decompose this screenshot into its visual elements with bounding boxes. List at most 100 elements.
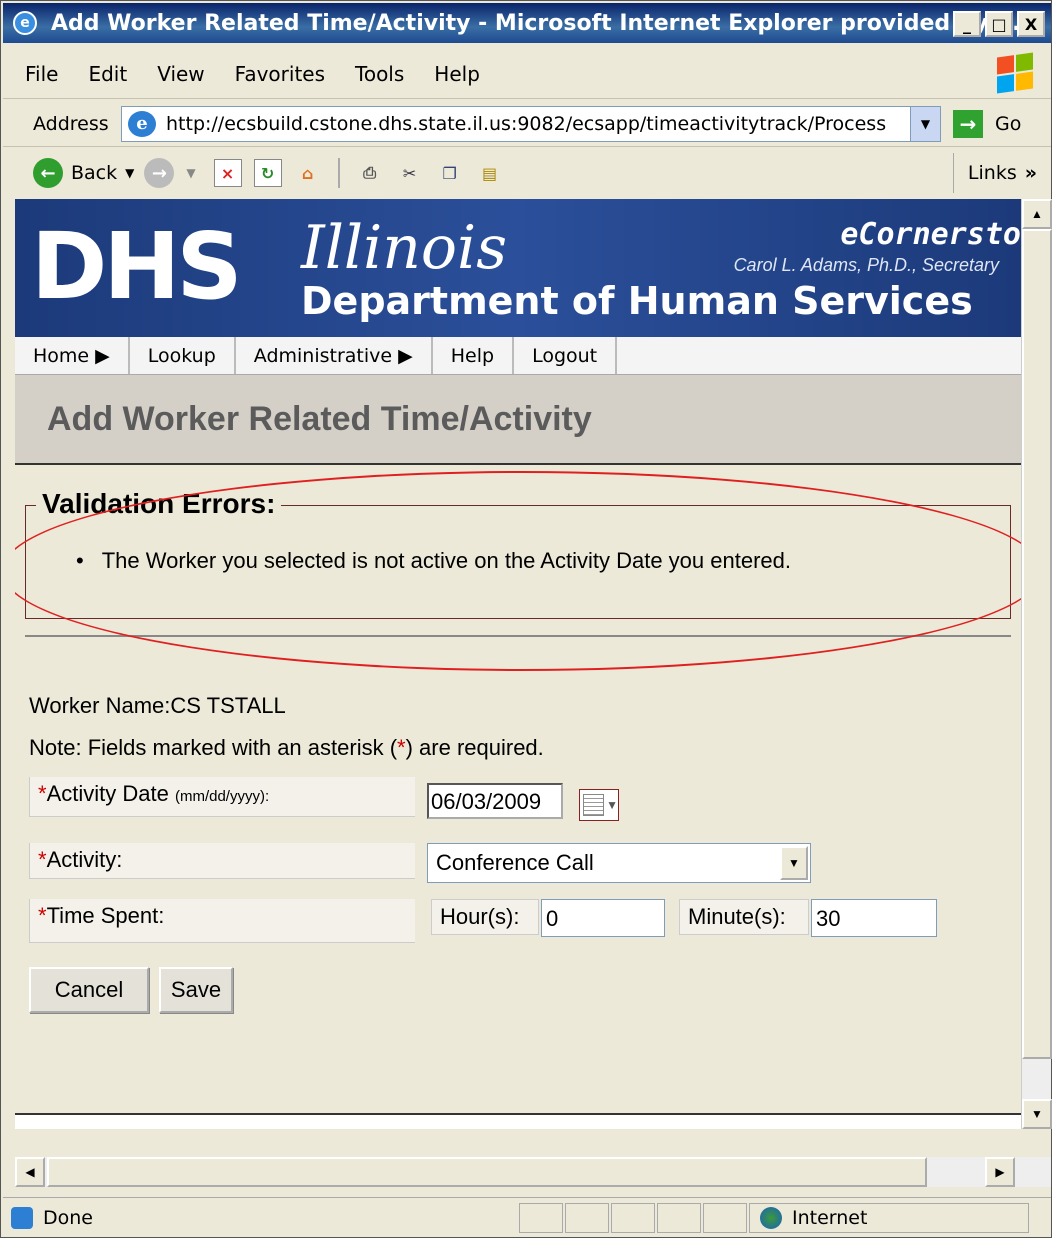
go-arrow-icon: →	[953, 109, 983, 138]
address-label: Address	[33, 112, 109, 135]
activity-text: Activity:	[46, 847, 123, 872]
worker-name: Worker Name:CS TSTALL	[29, 693, 286, 719]
menu-bar: File Edit View Favorites Tools Help	[3, 49, 1051, 99]
banner-department: Department of Human Services	[301, 279, 973, 323]
menu-help[interactable]: Help	[434, 62, 480, 86]
security-zone: Internet	[749, 1202, 1029, 1233]
worker-name-label: Worker Name:	[29, 693, 171, 718]
vertical-scrollbar[interactable]: ▲ ▼	[1021, 199, 1052, 1129]
paste-icon[interactable]: ▤	[476, 159, 504, 187]
window-title: Add Worker Related Time/Activity - Micro…	[51, 10, 1029, 36]
required-mark: *	[38, 781, 47, 806]
banner-secretary: Carol L. Adams, Ph.D., Secretary	[733, 255, 999, 275]
page-title: Add Worker Related Time/Activity	[15, 375, 1021, 465]
hours-label: Hour(s):	[431, 899, 539, 935]
date-format-hint: (mm/dd/yyyy):	[174, 788, 270, 805]
go-button[interactable]: → Go	[953, 109, 1022, 138]
ie-app-icon: e	[13, 11, 37, 35]
activity-date-text: Activity Date	[46, 781, 169, 806]
note-asterisk: *	[397, 735, 406, 760]
status-bar: Done Internet	[3, 1197, 1051, 1237]
back-dropdown-icon[interactable]: ▼	[125, 166, 134, 180]
page-status-icon	[11, 1206, 33, 1229]
note-suffix: ) are required.	[405, 735, 544, 760]
cut-icon[interactable]: ✂	[396, 159, 424, 187]
nav-administrative[interactable]: Administrative ▶	[236, 337, 433, 374]
scroll-right-icon[interactable]: ▶	[985, 1157, 1015, 1187]
horizontal-scroll-thumb[interactable]	[47, 1157, 927, 1187]
maximize-button[interactable]: □	[985, 11, 1013, 37]
nav-help[interactable]: Help	[433, 337, 515, 374]
address-url: http://ecsbuild.cstone.dhs.state.il.us:9…	[166, 112, 887, 135]
zone-text: Internet	[792, 1206, 868, 1229]
calendar-icon[interactable]: ▼	[579, 789, 619, 821]
status-cell	[519, 1202, 563, 1233]
links-button[interactable]: Links »	[952, 153, 1051, 193]
title-bar: e Add Worker Related Time/Activity - Mic…	[3, 3, 1051, 43]
vertical-scroll-thumb[interactable]	[1022, 229, 1052, 1059]
hours-input[interactable]: 0	[541, 899, 665, 937]
activity-date-label: *Activity Date (mm/dd/yyyy):	[29, 777, 415, 817]
browser-window: e Add Worker Related Time/Activity - Mic…	[0, 0, 1052, 1238]
chevron-down-icon[interactable]: ▼	[780, 846, 808, 880]
activity-selected-value: Conference Call	[436, 850, 594, 875]
copy-icon[interactable]: ❐	[436, 159, 464, 187]
menu-edit[interactable]: Edit	[88, 62, 127, 86]
windows-logo-icon	[997, 52, 1033, 94]
menu-file[interactable]: File	[25, 62, 58, 86]
nav-home[interactable]: Home ▶	[15, 337, 130, 374]
back-label[interactable]: Back	[71, 162, 117, 184]
print-icon[interactable]: ⎙	[356, 159, 384, 187]
minutes-label: Minute(s):	[679, 899, 809, 935]
required-mark: *	[38, 903, 47, 928]
required-mark: *	[38, 847, 47, 872]
nav-lookup[interactable]: Lookup	[130, 337, 236, 374]
activity-label: *Activity:	[29, 843, 415, 879]
activity-date-input[interactable]: 06/03/2009	[427, 783, 563, 819]
forward-icon[interactable]: →	[144, 158, 175, 188]
worker-name-value: CS TSTALL	[170, 693, 286, 718]
scroll-down-icon[interactable]: ▼	[1022, 1099, 1052, 1129]
refresh-icon[interactable]: ↻	[253, 159, 282, 187]
page-viewport: DHS Illinois Department of Human Service…	[15, 199, 1021, 1129]
status-done: Done	[3, 1206, 519, 1229]
toolbar: ← Back ▼ → ▼ × ↻ ⌂ ⎙ ✂ ❐ ▤ Links »	[3, 149, 1051, 197]
chevron-right-icon: »	[1024, 162, 1037, 184]
dhs-banner: DHS Illinois Department of Human Service…	[15, 199, 1021, 337]
internet-globe-icon	[760, 1206, 782, 1229]
status-cell	[657, 1202, 701, 1233]
links-label: Links	[967, 162, 1017, 184]
menu-view[interactable]: View	[157, 62, 204, 86]
stop-icon[interactable]: ×	[213, 159, 242, 187]
minutes-input[interactable]: 30	[811, 899, 937, 937]
address-input[interactable]: e http://ecsbuild.cstone.dhs.state.il.us…	[121, 105, 941, 142]
scroll-up-icon[interactable]: ▲	[1022, 199, 1052, 229]
activity-select[interactable]: Conference Call ▼	[427, 843, 811, 883]
status-cell	[703, 1202, 747, 1233]
menu-favorites[interactable]: Favorites	[235, 62, 325, 86]
banner-app-name: eCornersto	[840, 217, 1021, 252]
horizontal-scrollbar[interactable]: ◀ ▶	[15, 1157, 1051, 1187]
nav-logout[interactable]: Logout	[514, 337, 618, 374]
home-icon[interactable]: ⌂	[294, 159, 322, 187]
minimize-button[interactable]: _	[953, 11, 981, 37]
dhs-logo: DHS	[31, 213, 243, 320]
save-button[interactable]: Save	[159, 967, 233, 1013]
status-cell	[565, 1202, 609, 1233]
cancel-button[interactable]: Cancel	[29, 967, 149, 1013]
go-label: Go	[995, 112, 1022, 135]
close-button[interactable]: X	[1017, 11, 1045, 37]
back-icon[interactable]: ←	[33, 158, 63, 188]
address-bar: Address e http://ecsbuild.cstone.dhs.sta…	[3, 101, 1051, 147]
scroll-left-icon[interactable]: ◀	[15, 1157, 45, 1187]
highlight-annotation	[15, 471, 1021, 671]
address-dropdown-icon[interactable]: ▼	[910, 106, 940, 141]
status-cell	[611, 1202, 655, 1233]
time-spent-text: Time Spent:	[46, 903, 165, 928]
status-text: Done	[43, 1206, 93, 1229]
forward-dropdown-icon[interactable]: ▼	[186, 166, 195, 180]
page-footer-strip	[15, 1113, 1021, 1129]
app-nav: Home ▶ Lookup Administrative ▶ Help Logo…	[15, 337, 1021, 375]
menu-tools[interactable]: Tools	[355, 62, 404, 86]
banner-state: Illinois	[301, 213, 508, 283]
